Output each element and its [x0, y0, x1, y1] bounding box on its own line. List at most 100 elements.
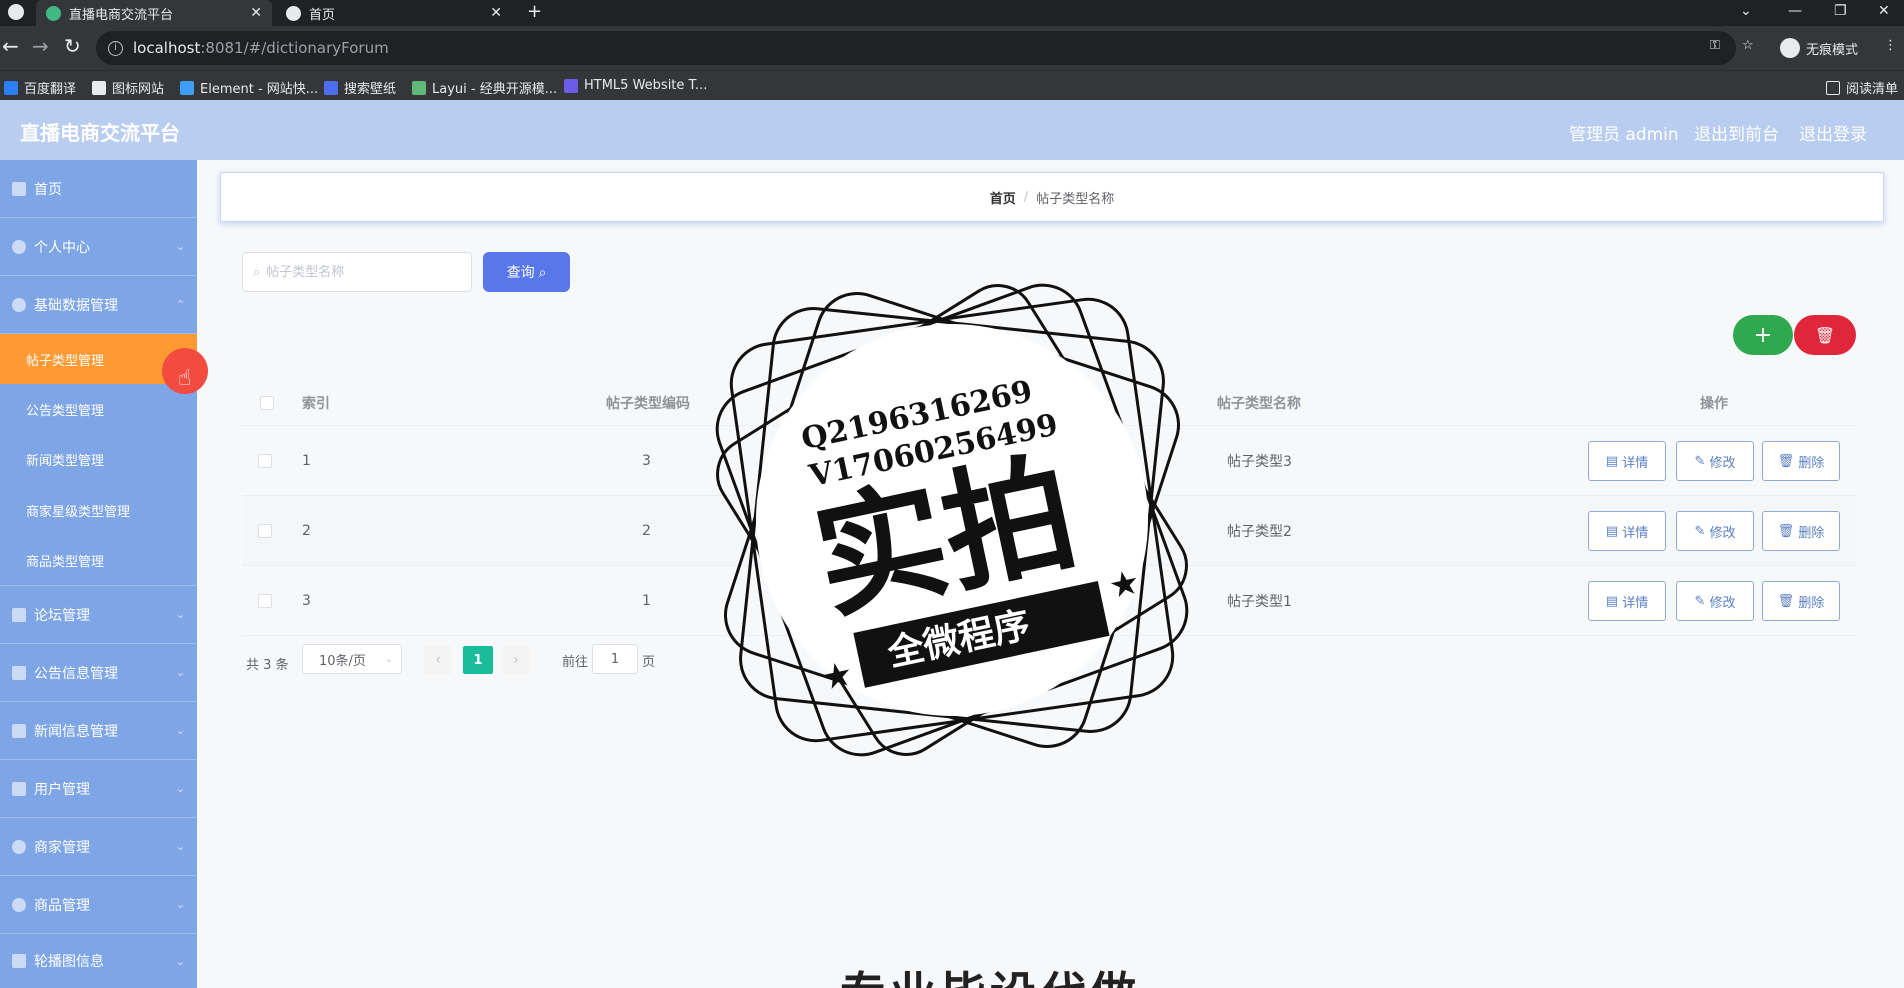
current-page[interactable]: 1	[463, 646, 493, 674]
bookmark-item[interactable]: 百度翻译	[4, 78, 76, 97]
sidebar-sub-label: 帖子类型管理	[26, 353, 105, 369]
bookmark-label: 百度翻译	[24, 82, 77, 97]
search-input[interactable]	[266, 264, 457, 280]
goto-prefix: 前往	[562, 655, 589, 670]
row-checkbox[interactable]	[258, 593, 272, 608]
sidebar-item-basic-data[interactable]: 基础数据管理 ⌃	[0, 276, 197, 334]
sidebar-item-notice[interactable]: 公告信息管理 ⌄	[0, 644, 197, 702]
pagination-total: 共 3 条	[246, 648, 289, 678]
close-icon[interactable]: ✕	[250, 5, 262, 21]
window-close-icon[interactable]: ✕	[1878, 0, 1890, 22]
sidebar-item-carousel[interactable]: 轮播图信息 ⌄	[0, 934, 197, 988]
breadcrumb-home[interactable]: 首页	[990, 188, 1016, 207]
bookmark-item[interactable]: HTML5 Website T...	[564, 78, 707, 93]
sidebar-sub-label: 商品类型管理	[26, 555, 105, 570]
browser-menu-icon[interactable]	[8, 4, 24, 20]
select-all-checkbox[interactable]	[260, 395, 274, 410]
back-icon[interactable]: ←	[2, 34, 19, 58]
edit-button[interactable]: ✎ 修改	[1676, 511, 1754, 551]
bookmark-item[interactable]: 图标网站	[92, 78, 164, 97]
sidebar-sub-label: 商家星级类型管理	[26, 504, 131, 520]
list-icon	[12, 781, 26, 796]
bookmark-label: 图标网站	[112, 82, 165, 97]
tab-active[interactable]: 直播电商交流平台 ✕	[36, 0, 272, 26]
logout-link[interactable]: 退出登录	[1799, 120, 1867, 145]
chevron-down-icon: ⌄	[175, 954, 185, 968]
page-size-select[interactable]: 10条/页 ⌄	[302, 644, 402, 674]
bookmark-item[interactable]: 搜索壁纸	[324, 78, 396, 97]
forward-icon[interactable]: →	[32, 34, 49, 58]
detail-button[interactable]: ▤ 详情	[1588, 441, 1666, 481]
detail-button[interactable]: ▤ 详情	[1588, 511, 1666, 551]
chevron-down-icon: ⌄	[175, 724, 185, 737]
prev-page-button[interactable]: ‹	[424, 646, 452, 674]
key-icon[interactable]: ⚿	[1710, 38, 1720, 53]
back-to-front-link[interactable]: 退出到前台	[1694, 120, 1779, 145]
tab-home[interactable]: 首页 ✕	[276, 0, 512, 26]
sidebar-item-label: 论坛管理	[34, 607, 90, 624]
hand-cursor-icon: ☝	[178, 366, 192, 391]
search-field[interactable]: ⌕	[242, 252, 472, 292]
admin-label: 管理员 admin	[1569, 125, 1679, 145]
next-page-button[interactable]: ›	[502, 646, 530, 674]
sidebar-item-news[interactable]: 新闻信息管理 ⌄	[0, 702, 197, 760]
delete-button[interactable]: 🗑 删除	[1762, 581, 1840, 621]
chevron-up-icon: ⌃	[175, 298, 185, 311]
reload-icon[interactable]: ↻	[64, 34, 81, 58]
close-icon[interactable]: ✕	[490, 5, 502, 21]
sidebar-item-users[interactable]: 用户管理 ⌄	[0, 760, 197, 818]
pencil-icon: ✎	[1694, 593, 1710, 609]
sidebar-item-merchants[interactable]: 商家管理 ⌄	[0, 818, 197, 876]
sidebar-item-label: 用户管理	[34, 781, 90, 798]
incognito-label: 无痕模式	[1806, 42, 1859, 58]
tab-title: 直播电商交流平台	[69, 7, 174, 23]
edit-button[interactable]: ✎ 修改	[1676, 581, 1754, 621]
url-field[interactable]: i localhost:8081/#/dictionaryForum	[96, 31, 1736, 65]
delete-button[interactable]: 🗑 删除	[1762, 511, 1840, 551]
document-icon: ▤	[1605, 453, 1623, 469]
add-button[interactable]: +	[1733, 315, 1793, 355]
header-actions: 操作	[1700, 395, 1728, 412]
batch-delete-button[interactable]: 🗑	[1794, 315, 1856, 355]
header-index: 索引	[302, 395, 330, 412]
sidebar-item-home[interactable]: 首页	[0, 160, 197, 218]
pencil-icon: ✎	[1694, 523, 1710, 539]
sidebar-sub-notice-type[interactable]: 公告类型管理	[0, 384, 197, 434]
detail-label: 详情	[1622, 525, 1649, 541]
flag-icon	[92, 80, 106, 95]
cell-code: 2	[642, 522, 651, 539]
row-checkbox[interactable]	[258, 453, 272, 468]
query-button[interactable]: 查询 ⌕	[483, 252, 570, 292]
edit-label: 修改	[1709, 595, 1736, 611]
sidebar-sub-news-type[interactable]: 新闻类型管理	[0, 434, 197, 484]
sidebar-item-label: 商家管理	[34, 839, 90, 856]
sidebar-item-profile[interactable]: 个人中心 ⌄	[0, 218, 197, 276]
detail-button[interactable]: ▤ 详情	[1588, 581, 1666, 621]
sidebar-item-label: 公告信息管理	[34, 665, 118, 682]
delete-button[interactable]: 🗑 删除	[1762, 441, 1840, 481]
star-icon[interactable]: ☆	[1742, 38, 1754, 53]
element-icon	[180, 80, 194, 95]
info-icon[interactable]: i	[108, 40, 123, 56]
edit-button[interactable]: ✎ 修改	[1676, 441, 1754, 481]
more-icon[interactable]: ⋮	[1884, 38, 1897, 53]
sidebar-sub-merchant-star[interactable]: 商家星级类型管理	[0, 484, 197, 536]
sidebar-item-forum[interactable]: 论坛管理 ⌄	[0, 586, 197, 644]
header-code: 帖子类型编码	[606, 395, 690, 412]
restore-icon[interactable]: ❐	[1834, 0, 1847, 22]
translate-icon	[4, 80, 18, 95]
bookmark-item[interactable]: Element - 网站快...	[180, 78, 318, 97]
incognito-badge[interactable]: 无痕模式	[1780, 38, 1858, 58]
sidebar-sub-product-type[interactable]: 商品类型管理	[0, 536, 197, 586]
sidebar-item-products[interactable]: 商品管理 ⌄	[0, 876, 197, 934]
goto-page-input[interactable]	[592, 644, 638, 674]
bookmark-item[interactable]: Layui - 经典开源模...	[412, 78, 557, 97]
row-checkbox[interactable]	[258, 523, 272, 538]
trash-icon: 🗑	[1777, 593, 1799, 609]
reading-list[interactable]: 阅读清单	[1826, 78, 1898, 97]
url-path: :8081/#/dictionaryForum	[200, 39, 389, 57]
tab-search-icon[interactable]: ⌄	[1740, 0, 1752, 22]
search-icon: ⌕	[538, 263, 547, 280]
minimize-icon[interactable]: —	[1788, 0, 1802, 22]
new-tab-icon[interactable]: +	[527, 0, 542, 22]
